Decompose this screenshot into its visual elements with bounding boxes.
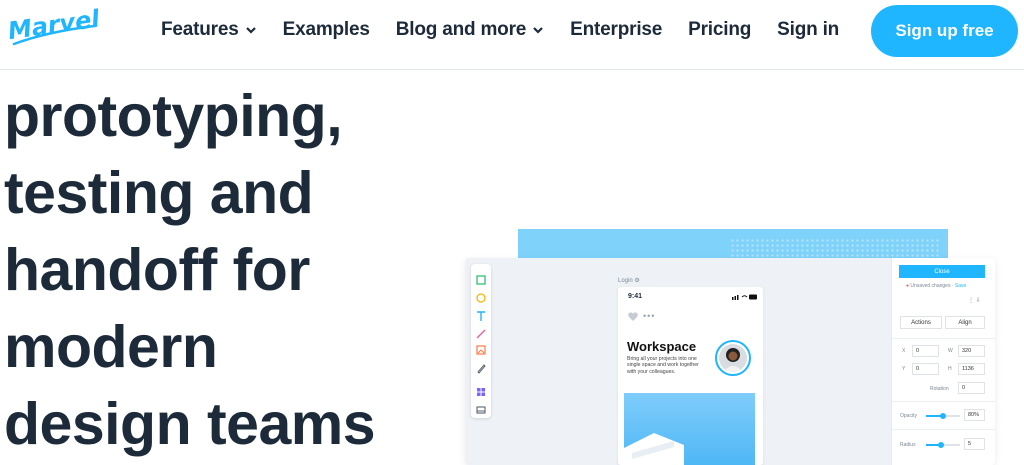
opacity-slider-knob[interactable] (940, 413, 946, 419)
chevron-down-icon (533, 27, 543, 34)
main-nav: Features Examples Blog and more Enterpri… (161, 19, 865, 41)
nav-sign-in[interactable]: Sign in (777, 19, 839, 41)
divider (892, 429, 995, 430)
divider (892, 401, 995, 402)
w-field[interactable]: 320 (958, 345, 985, 357)
h-field[interactable]: 1136 (958, 363, 985, 375)
line-icon (476, 329, 486, 339)
nav-sign-in-label: Sign in (777, 19, 840, 40)
lock-icon[interactable]: ⋮ ⇩ (968, 297, 981, 304)
nav-features-label: Features (161, 19, 239, 40)
workspace-title: Workspace (627, 339, 697, 354)
rotation-field[interactable]: 0 (958, 382, 985, 394)
heart-icon[interactable] (628, 312, 638, 321)
unsaved-dot-icon: ● (906, 283, 910, 289)
layers-icon (476, 406, 486, 414)
hero-line: modern (4, 314, 218, 380)
hero-line: handoff for (4, 237, 310, 303)
more-icon[interactable]: ••• (643, 311, 655, 321)
screen-label: Login ⚙ (618, 278, 640, 284)
nav-pricing[interactable]: Pricing (688, 19, 751, 41)
nav-blog-label: Blog and more (395, 19, 527, 40)
x-field[interactable]: 0 (912, 345, 939, 357)
battery-icon (732, 294, 757, 300)
components-icon (477, 388, 485, 396)
nav-blog-and-more[interactable]: Blog and more (396, 19, 544, 41)
chevron-down-icon (245, 27, 256, 34)
text-icon (477, 311, 485, 321)
hero-line: prototyping, (4, 83, 343, 149)
hero-line: testing and (4, 160, 314, 226)
opacity-label: Opacity (900, 413, 917, 419)
toolbar (471, 264, 491, 418)
svg-text:Marvel: Marvel (6, 6, 98, 45)
radius-slider[interactable] (926, 442, 960, 448)
editor-mockup: Login ⚙ 9:41 ••• Workspace Bring all you… (465, 258, 995, 465)
nav-examples-label: Examples (282, 19, 370, 40)
hero-heading: prototyping, testing and handoff for mod… (4, 78, 444, 463)
w-label: W (948, 348, 953, 354)
status-time: 9:41 (628, 293, 643, 300)
nav-examples[interactable]: Examples (283, 19, 370, 41)
radius-slider-knob[interactable] (938, 442, 944, 448)
unsaved-changes: ● Unsaved changes · Save (906, 283, 967, 289)
pen-icon (477, 364, 486, 374)
opacity-slider[interactable] (926, 413, 960, 419)
radius-label: Radius (900, 442, 916, 448)
properties-panel: Close ● Unsaved changes · Save ⋮ ⇩ Actio… (891, 258, 995, 465)
radius-field[interactable]: 5 (964, 438, 985, 450)
hero-image (624, 393, 755, 465)
nav-features[interactable]: Features (161, 19, 257, 41)
nav-enterprise[interactable]: Enterprise (570, 19, 662, 41)
h-label: H (948, 366, 952, 372)
opacity-field[interactable]: 80% (964, 409, 985, 421)
nav-pricing-label: Pricing (688, 19, 752, 40)
workspace-description: Bring all your projects into one single … (627, 356, 699, 375)
align-button[interactable]: Align (945, 316, 985, 329)
rectangle-icon (476, 275, 486, 285)
y-label: Y (902, 366, 906, 372)
actions-button[interactable]: Actions (900, 316, 942, 329)
image-icon (476, 345, 486, 355)
save-link[interactable]: Save (955, 283, 966, 289)
close-button[interactable]: Close (899, 265, 985, 278)
phone-frame: 9:41 ••• Workspace Bring all your projec… (618, 287, 763, 465)
marvel-logo[interactable]: Marvel (6, 6, 98, 50)
hero-line: design teams (4, 391, 376, 457)
top-navigation: Marvel Features Examples Blog and more E… (0, 0, 1024, 70)
sign-up-free-button[interactable]: Sign up free (871, 5, 1018, 57)
ellipse-icon (476, 293, 486, 303)
unsaved-text: Unsaved changes (910, 283, 951, 289)
avatar (715, 340, 751, 376)
screen-label-text: Login (618, 278, 633, 284)
nav-enterprise-label: Enterprise (570, 19, 663, 40)
y-field[interactable]: 0 (912, 363, 939, 375)
divider (892, 338, 995, 339)
person-icon (723, 348, 743, 372)
rotation-label: Rotation (930, 386, 949, 392)
x-label: X (902, 348, 906, 354)
